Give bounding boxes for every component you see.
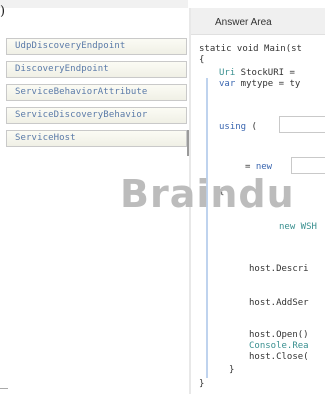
code-line-main: static void Main(st [199, 44, 302, 54]
code-line-open-brace: { [199, 55, 205, 65]
corner-glyph: ) [0, 4, 6, 19]
code-line-close-brace-outer: } [199, 379, 205, 389]
code-block-guide [206, 78, 208, 378]
option-service-host[interactable]: ServiceHost [6, 130, 187, 147]
answer-header: Answer Area [191, 8, 325, 35]
bottom-left-rule [0, 388, 8, 389]
top-strip [0, 0, 188, 8]
option-discovery-endpoint[interactable]: DiscoveryEndpoint [6, 61, 187, 78]
option-service-discovery-behavior[interactable]: ServiceDiscoveryBehavior [6, 107, 187, 124]
code-token-using-paren: ( [246, 122, 257, 132]
drag-options-list: UdpDiscoveryEndpoint DiscoveryEndpoint S… [6, 38, 187, 153]
code-token-equals: = [245, 162, 256, 172]
code-token-mytype: mytype = ty [235, 79, 301, 89]
code-line-close-brace-inner: } [229, 365, 235, 375]
code-line-host-close: host.Close( [249, 352, 309, 362]
answer-drop-slot-1[interactable] [279, 116, 325, 133]
watermark: Braindu [120, 172, 295, 216]
code-token-using: using [219, 122, 247, 132]
option-service-behavior-attribute[interactable]: ServiceBehaviorAttribute [6, 84, 187, 101]
code-token-stockuri: StockURI = [235, 68, 301, 78]
code-token-var: var [219, 79, 236, 89]
code-token-uri: Uri [219, 68, 236, 78]
code-line-var: var mytype = ty [219, 79, 300, 89]
answer-area-title: Answer Area [215, 17, 272, 28]
code-line-new: = new [245, 162, 272, 172]
code-line-host-open: host.Open() [249, 330, 309, 340]
answer-drop-slot-2[interactable] [291, 157, 325, 174]
code-token-new: new [255, 162, 273, 172]
code-line-uri: Uri StockURI = [219, 68, 300, 78]
code-line-new-wsh: new WSH [279, 222, 317, 232]
code-line-host-addservice: host.AddSer [249, 298, 309, 308]
option-udp-discovery-endpoint[interactable]: UdpDiscoveryEndpoint [6, 38, 187, 55]
code-line-using: using ( [219, 122, 257, 132]
code-line-console-read: Console.Rea [249, 341, 309, 351]
code-line-host-description: host.Descri [249, 264, 309, 274]
